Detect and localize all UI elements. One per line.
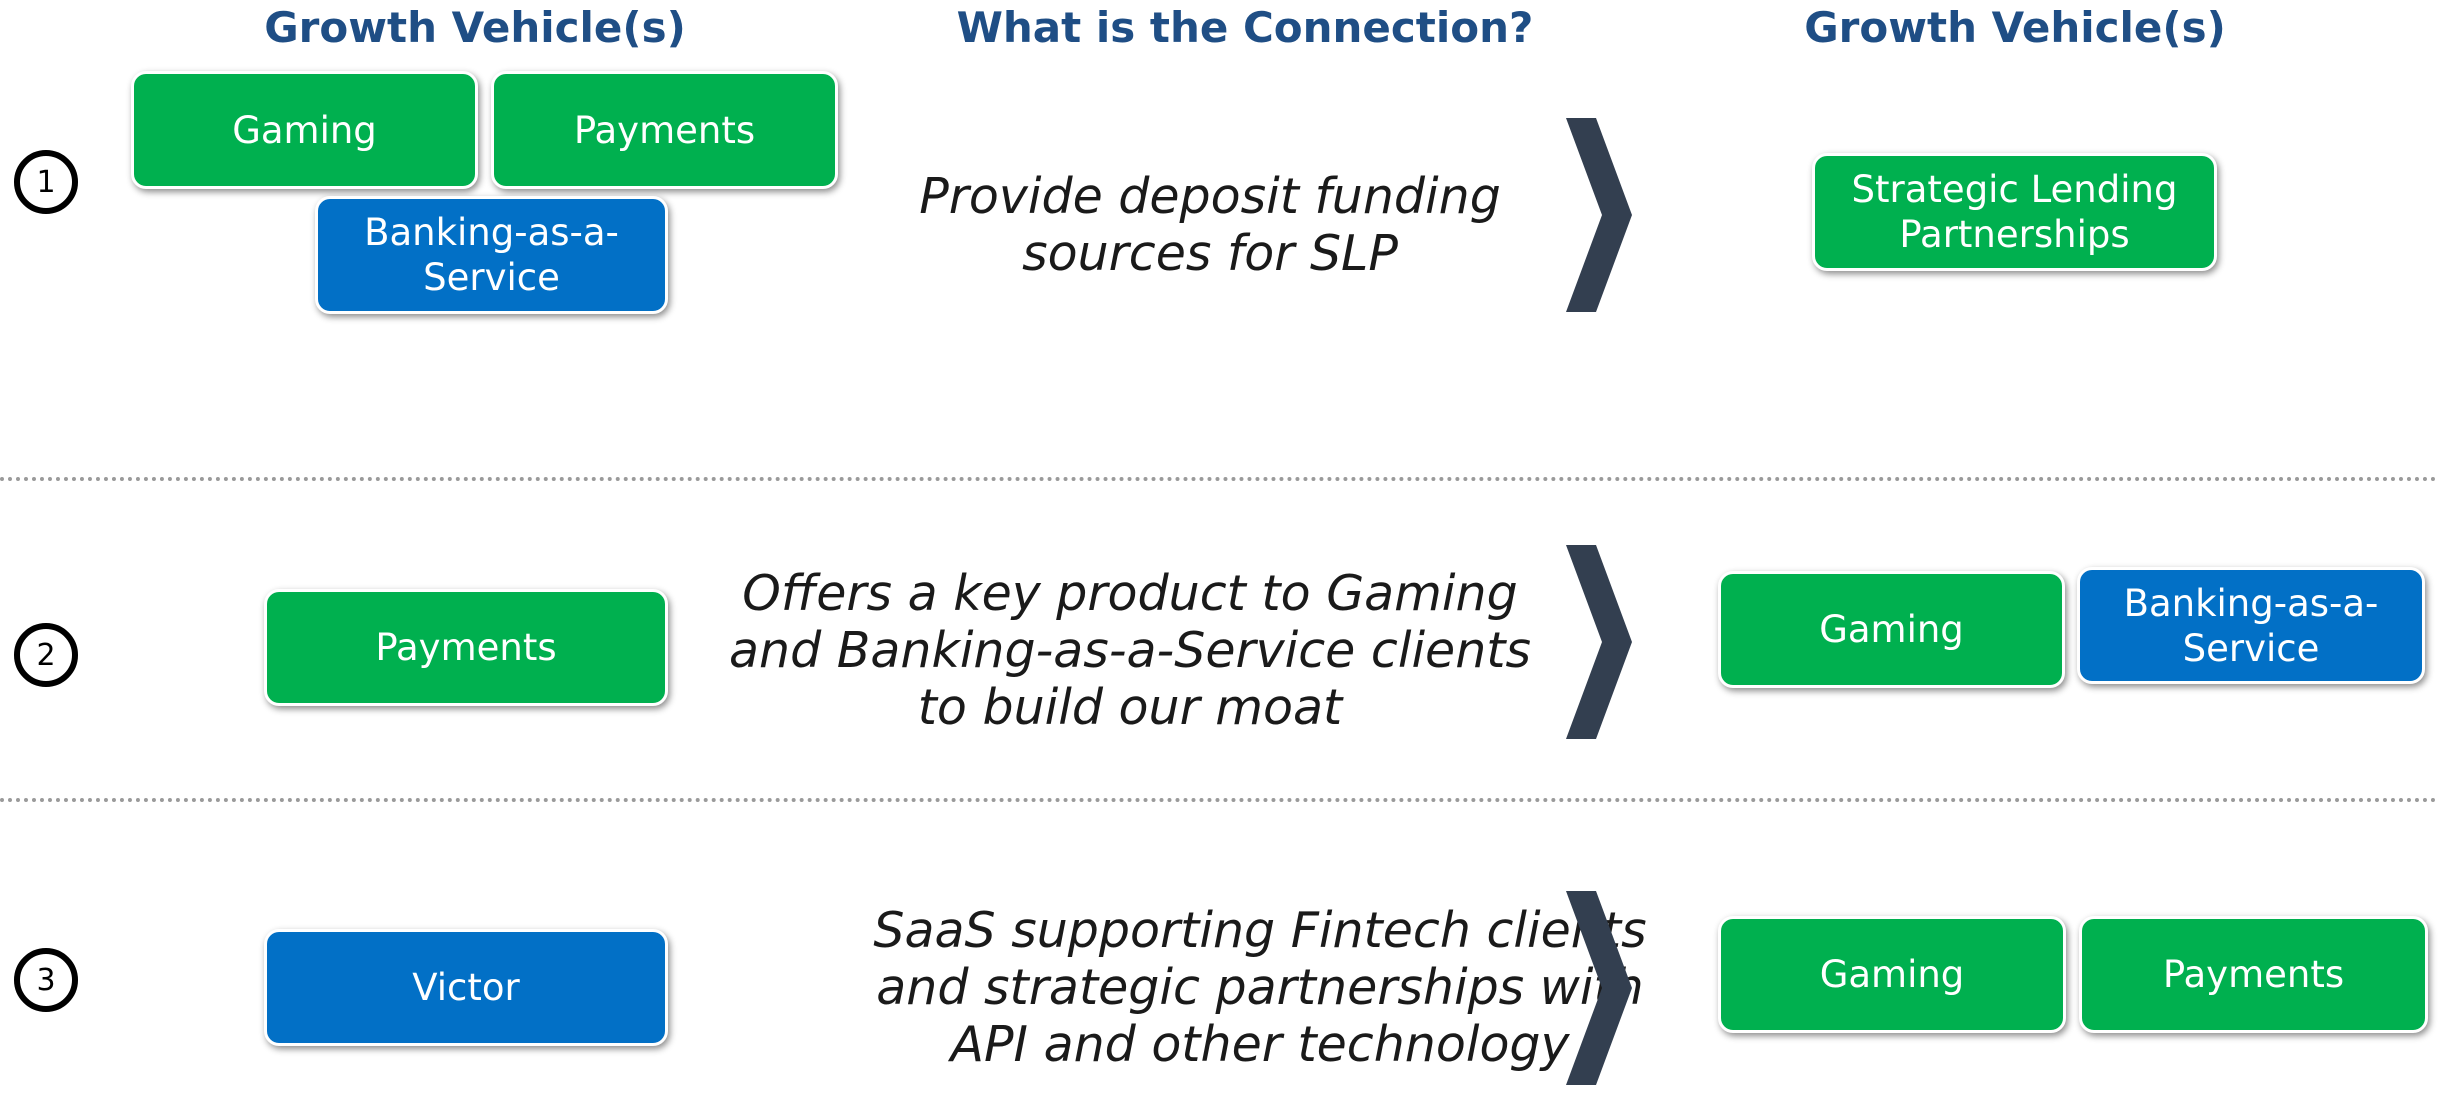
middle-column-header: What is the Connection?	[956, 2, 1534, 52]
gaming-box: Gaming	[1718, 916, 2066, 1033]
payments-box: Payments	[264, 589, 668, 706]
left-column-header: Growth Vehicle(s)	[264, 2, 686, 52]
right-column-header: Growth Vehicle(s)	[1804, 2, 2226, 52]
victor-box: Victor	[264, 929, 668, 1046]
banking-as-a-service-box: Banking-as-a-Service	[2077, 567, 2425, 684]
row-divider	[0, 477, 2438, 481]
chevron-right-icon	[1566, 545, 1632, 739]
row-divider	[0, 798, 2438, 802]
row-number-badge: 2	[14, 623, 78, 687]
connection-text: SaaS supporting Fintech clients and stra…	[873, 901, 1647, 1073]
chevron-right-icon	[1566, 118, 1632, 312]
row-number-badge: 3	[14, 948, 78, 1012]
strategic-lending-partnerships-box: Strategic Lending Partnerships	[1812, 153, 2217, 271]
banking-as-a-service-box: Banking-as-a-Service	[315, 196, 668, 314]
payments-box: Payments	[491, 71, 838, 189]
connection-text: Offers a key product to Gaming and Banki…	[728, 564, 1532, 736]
gaming-box: Gaming	[1718, 571, 2065, 688]
chevron-right-icon	[1566, 891, 1632, 1085]
payments-box: Payments	[2079, 916, 2428, 1033]
connection-text: Provide deposit funding sources for SLP	[919, 168, 1501, 282]
row-number-badge: 1	[14, 150, 78, 214]
gaming-box: Gaming	[131, 71, 478, 189]
